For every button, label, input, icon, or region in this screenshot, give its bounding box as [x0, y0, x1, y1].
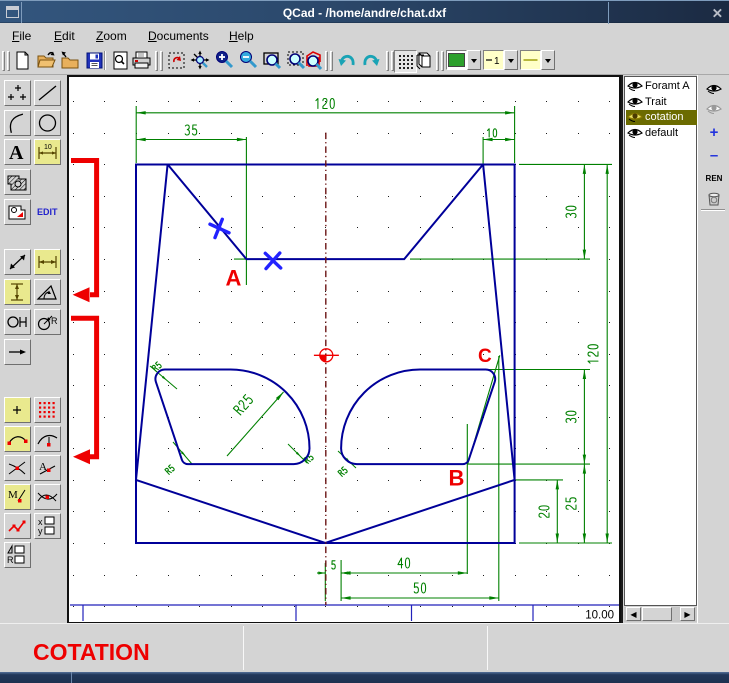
svg-text:R: R [51, 316, 58, 326]
svg-text:C: C [478, 346, 492, 367]
svg-text:B: B [449, 466, 465, 491]
svg-text:10: 10 [44, 144, 52, 151]
svg-text:A: A [226, 266, 242, 291]
svg-text:M: M [8, 489, 18, 501]
svg-text:1: 1 [494, 56, 500, 67]
svg-text:EDIT: EDIT [37, 207, 58, 217]
svg-text:A: A [9, 142, 24, 164]
svg-text:10.00: 10.00 [585, 610, 614, 622]
svg-text:y: y [38, 526, 43, 536]
svg-text:R: R [7, 555, 14, 565]
